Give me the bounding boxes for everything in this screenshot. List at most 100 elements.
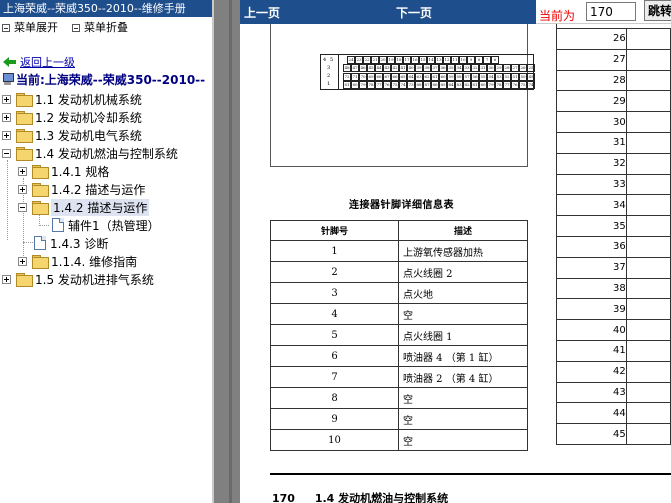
expand-menu-button[interactable]: 菜单展开 bbox=[2, 19, 58, 37]
pin-description-cell: 点火线圈 2 bbox=[398, 261, 528, 283]
expand-toggle-icon[interactable] bbox=[2, 130, 11, 140]
table-row: 31 bbox=[556, 131, 671, 154]
connector-pin-cell: 32 bbox=[471, 64, 479, 72]
expand-toggle-icon[interactable] bbox=[18, 166, 27, 176]
pin-description-cell: 空 bbox=[398, 429, 528, 451]
tree-item[interactable]: 辅件1（热管理） bbox=[52, 216, 160, 234]
connector-side-block: 45 3 2 1 bbox=[321, 55, 339, 89]
pane-splitter[interactable] bbox=[212, 0, 240, 503]
table-row: 6 喷油器 4 （第 1 缸） bbox=[270, 345, 528, 367]
expand-toggle-icon[interactable] bbox=[2, 112, 11, 122]
tree-item[interactable]: 1.4.1 规格 bbox=[18, 162, 109, 180]
connector-pin-cell: 73 bbox=[407, 81, 415, 89]
tree-item[interactable]: 1.2 发动机冷却系统 bbox=[2, 108, 142, 126]
connector-pin-cell: 71 bbox=[351, 73, 359, 81]
pin-description-cell bbox=[625, 298, 671, 321]
pin-number-cell: 42 bbox=[556, 360, 627, 383]
expand-toggle-icon[interactable] bbox=[18, 256, 27, 266]
expand-toggle-icon[interactable] bbox=[2, 94, 11, 104]
tree-item[interactable]: 1.1 发动机机械系统 bbox=[2, 90, 142, 108]
pin-description-cell bbox=[625, 131, 671, 154]
connector-pin-cell: 41 bbox=[399, 64, 407, 72]
connector-pin-cell: 58 bbox=[455, 73, 463, 81]
collapse-menu-button[interactable]: 菜单折叠 bbox=[72, 19, 128, 37]
tree-item[interactable]: 1.3 发动机电气系统 bbox=[2, 126, 142, 144]
current-location: 当前:上海荣威--荣威350--2010-- bbox=[2, 71, 205, 88]
connector-pin-cell: 81 bbox=[471, 81, 479, 89]
collapse-toggle-icon[interactable] bbox=[18, 202, 27, 212]
pin-description-cell bbox=[625, 319, 671, 341]
connector-pin-cell: 87 bbox=[423, 81, 431, 89]
table-row: 27 bbox=[556, 48, 671, 71]
next-page-button[interactable]: 下一页 bbox=[396, 4, 432, 21]
connector-pin-cell: 79 bbox=[359, 81, 367, 89]
tree-item[interactable]: 1.5 发动机进排气系统 bbox=[2, 270, 154, 288]
pin-description-cell bbox=[625, 48, 671, 71]
connector-pin-cell: 46 bbox=[359, 64, 367, 72]
document-icon bbox=[52, 218, 64, 232]
connector-pin-cell: 50 bbox=[519, 73, 527, 81]
connector-pin-cell: 8 bbox=[475, 56, 483, 64]
pin-number-cell: 10 bbox=[270, 429, 399, 451]
tree-item-label[interactable]: 1.1.4. 维修指南 bbox=[51, 253, 137, 270]
back-link[interactable]: 返回上一级 bbox=[3, 54, 75, 70]
pin-number-cell: 45 bbox=[556, 423, 627, 445]
connector-pin-cell: 81 bbox=[343, 81, 351, 89]
tree-item-label[interactable]: 1.4.1 规格 bbox=[51, 163, 109, 180]
table-row: 5 点火线圈 1 bbox=[270, 324, 528, 346]
connector-pin-cell: 17 bbox=[403, 56, 411, 64]
tree-item-label[interactable]: 1.4.3 诊断 bbox=[50, 235, 108, 252]
jump-button[interactable]: 跳转 bbox=[644, 0, 671, 21]
pin-number-cell: 44 bbox=[556, 402, 627, 425]
pin-description-cell bbox=[625, 381, 671, 404]
pin-number-cell: 8 bbox=[270, 387, 399, 409]
connector-pin-cell: 24 bbox=[347, 56, 355, 64]
expand-toggle-icon[interactable] bbox=[2, 274, 11, 284]
connector-pin-cell: 63 bbox=[415, 73, 423, 81]
pin-number-cell: 41 bbox=[556, 339, 627, 362]
folder-icon bbox=[16, 111, 33, 125]
connector-diagram: 4 5 3 2 1 24 23 22 21 20 19 18 17 16 15 14 13 12 11 10 9 8 7 6 4… bbox=[320, 54, 535, 90]
connector-pin-cell: 75 bbox=[519, 81, 527, 89]
tree-item[interactable]: 1.4.3 诊断 bbox=[34, 234, 108, 252]
connector-pin-cell: 83 bbox=[455, 81, 463, 89]
connector-pin-cell: 39 bbox=[415, 64, 423, 72]
collapse-toggle-icon[interactable] bbox=[2, 148, 11, 158]
table-row: 45 bbox=[556, 423, 671, 445]
page-jump-box: 当前为 跳转 bbox=[536, 0, 671, 24]
pin-description-cell: 喷油器 4 （第 1 缸） bbox=[398, 345, 528, 367]
tree-item-label[interactable]: 1.4.2 描述与运作 bbox=[51, 181, 145, 198]
tree-item[interactable]: 1.1.4. 维修指南 bbox=[18, 252, 137, 270]
tree-item-label[interactable]: 辅件1（热管理） bbox=[68, 217, 160, 234]
tree-item[interactable]: 1.4 发动机燃油与控制系统 bbox=[2, 144, 178, 162]
tree-item-label[interactable]: 1.1 发动机机械系统 bbox=[35, 91, 142, 108]
tree-item-label[interactable]: 1.2 发动机冷却系统 bbox=[35, 109, 142, 126]
pin-number-cell: 29 bbox=[556, 90, 627, 113]
expand-toggle-icon[interactable] bbox=[18, 184, 27, 194]
page-number-input[interactable] bbox=[586, 2, 636, 21]
tree-item-label[interactable]: 1.5 发动机进排气系统 bbox=[35, 271, 154, 288]
tree-item[interactable]: 1.4.2 描述与运作 bbox=[18, 180, 145, 198]
current-page-label: 当前为 bbox=[539, 9, 576, 23]
connector-pin-cell: 67 bbox=[383, 73, 391, 81]
pin-number-cell: 35 bbox=[556, 215, 627, 237]
connector-pin-cell: 65 bbox=[399, 73, 407, 81]
connector-pin-cell: 85 bbox=[439, 81, 447, 89]
pin-number-cell: 43 bbox=[556, 381, 627, 404]
pin-description-cell: 空 bbox=[398, 408, 528, 430]
table-row: 26 bbox=[556, 28, 671, 50]
pin-number-cell: 32 bbox=[556, 152, 627, 175]
tree-item-label[interactable]: 1.4 发动机燃油与控制系统 bbox=[35, 145, 178, 162]
expand-icon bbox=[2, 24, 10, 32]
connector-pin-cell: 70 bbox=[359, 73, 367, 81]
back-arrow-icon bbox=[3, 57, 17, 67]
tree-item-selected[interactable]: 1.4.2 描述与运作 bbox=[18, 198, 150, 216]
table-row: 32 bbox=[556, 152, 671, 175]
pin-number-cell: 26 bbox=[556, 28, 627, 50]
connector-pin-cell: 48 bbox=[343, 64, 351, 72]
tree-item-label[interactable]: 1.3 发动机电气系统 bbox=[35, 127, 142, 144]
tree-item-label[interactable]: 1.4.2 描述与运作 bbox=[51, 198, 150, 216]
connector-pin-cell: 29 bbox=[495, 64, 503, 72]
prev-page-button[interactable]: 上一页 bbox=[244, 4, 280, 21]
pin-number-cell: 28 bbox=[556, 69, 627, 92]
